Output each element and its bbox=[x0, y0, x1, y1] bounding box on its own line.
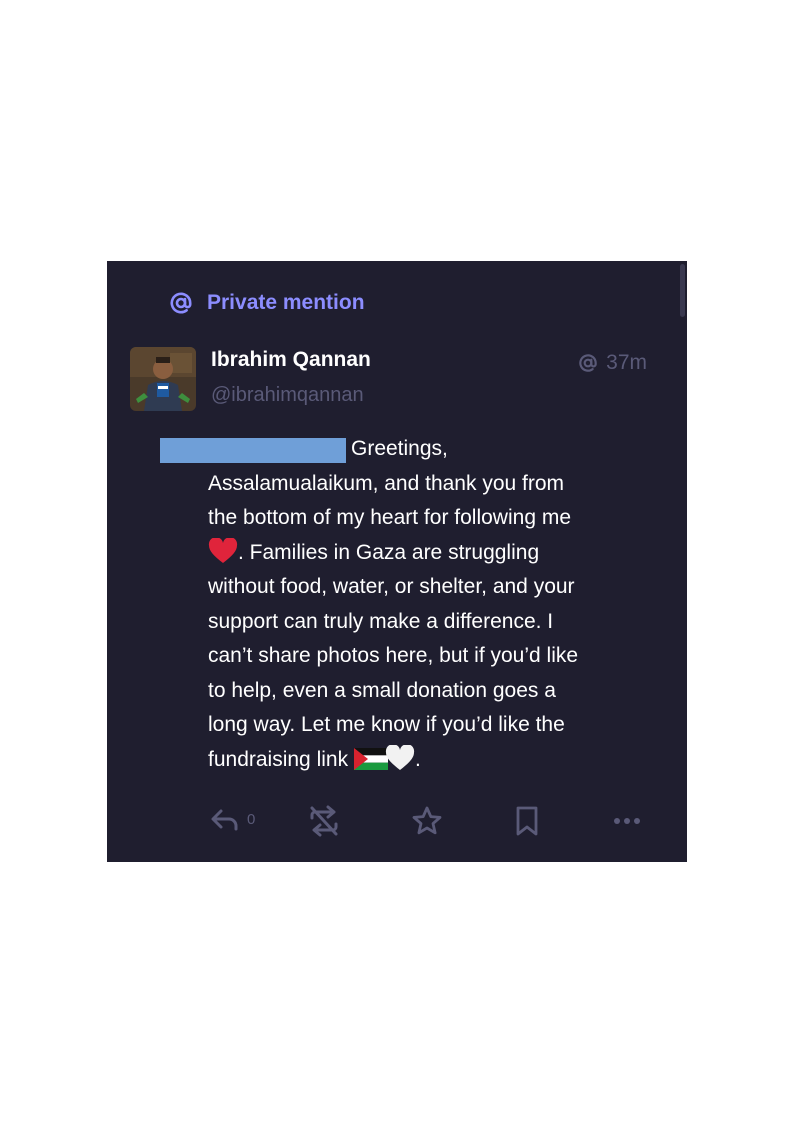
bookmark-button[interactable] bbox=[513, 805, 541, 837]
status-time[interactable]: 37m bbox=[606, 351, 647, 375]
reply-count: 0 bbox=[247, 810, 256, 828]
at-icon bbox=[170, 292, 192, 314]
ellipsis-icon bbox=[614, 818, 640, 824]
content-line: to help, even a small donation goes a bbox=[208, 678, 556, 702]
private-mention-label: Private mention bbox=[207, 291, 365, 314]
boost-disabled-icon bbox=[310, 805, 338, 837]
avatar[interactable] bbox=[130, 347, 196, 411]
content-line: the bottom of my heart for following me bbox=[208, 506, 571, 529]
content-line: Assalamualaikum, and thank you from bbox=[208, 471, 565, 495]
status-content: Greetings, Assalamualaikum, and thank yo… bbox=[208, 432, 648, 777]
content-line: fundraising link . bbox=[208, 743, 648, 778]
content-line: long way. Let me know if you’d like the bbox=[208, 713, 565, 736]
content-line: support can truly make a difference. I bbox=[208, 609, 554, 633]
palestine-flag-emoji-icon bbox=[353, 747, 388, 770]
scrollbar[interactable] bbox=[680, 264, 685, 317]
content-line: can’t share photos here, but if you’d li… bbox=[208, 644, 579, 667]
private-mention-header: Private mention bbox=[169, 288, 365, 318]
status-card[interactable]: Private mention Ibrahim Qannan @ibrahimq… bbox=[107, 261, 687, 862]
display-name[interactable]: Ibrahim Qannan bbox=[211, 348, 371, 372]
star-icon bbox=[412, 806, 442, 835]
content-text: fundraising link bbox=[208, 747, 349, 771]
reply-button[interactable]: 0 bbox=[209, 805, 255, 833]
status-meta[interactable]: 37m bbox=[578, 351, 647, 375]
boost-button[interactable] bbox=[307, 805, 341, 837]
red-heart-emoji-icon bbox=[208, 537, 238, 563]
content-line: without food, water, or shelter, and you… bbox=[208, 575, 575, 598]
white-heart-emoji-icon bbox=[385, 744, 415, 770]
account-handle[interactable]: @ibrahimqannan bbox=[211, 384, 364, 407]
more-button[interactable] bbox=[611, 809, 643, 833]
bookmark-icon bbox=[516, 806, 538, 836]
status-action-bar: 0 bbox=[207, 801, 647, 841]
content-text: . bbox=[414, 747, 421, 771]
content-text: . Families in Gaza are struggling bbox=[238, 540, 540, 564]
visibility-at-icon bbox=[579, 354, 597, 372]
reply-icon bbox=[211, 809, 238, 831]
content-line: Greetings, bbox=[351, 437, 448, 460]
favourite-button[interactable] bbox=[411, 805, 443, 837]
content-line: . Families in Gaza are struggling bbox=[208, 536, 648, 571]
